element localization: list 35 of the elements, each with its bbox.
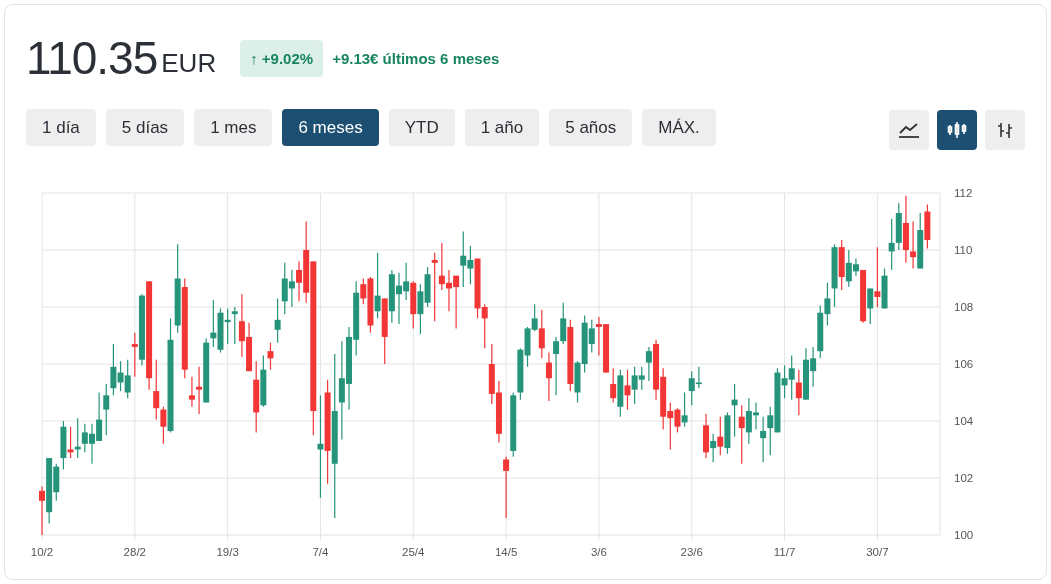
range-button[interactable]: 1 año [464,109,540,146]
axis-label: 110 [954,244,973,256]
chart-type-button[interactable] [937,110,977,150]
ohlc-bars-icon [996,121,1014,139]
line-chart-icon [898,122,920,138]
axis-label: 102 [954,472,974,484]
axis-label: 14/5 [494,546,518,558]
axis-label: 28/2 [123,546,146,558]
range-button[interactable]: 6 meses [282,109,379,146]
change-text: +9.13€ últimos 6 meses [332,49,500,67]
axis-label: 106 [954,358,974,370]
axis-label: 104 [954,415,974,427]
range-button[interactable]: 5 días [105,109,185,146]
axis-label: 10/2 [30,546,54,558]
chart-type-button[interactable] [985,110,1025,150]
range-button[interactable]: MÁX. [642,109,716,146]
range-button[interactable]: YTD [388,109,455,146]
axis-label: 11/7 [773,546,796,558]
axis-label: 3/6 [590,546,607,558]
axis-label: 108 [954,301,974,313]
axis-label: 112 [954,187,973,199]
chart-type-button[interactable] [889,110,929,150]
candlestick-icon [946,121,968,139]
range-button[interactable]: 1 mes [194,109,273,146]
range-button[interactable]: 1 día [26,109,96,146]
price-value: 110.35 [26,35,158,81]
axis-label: 100 [954,529,974,541]
axis-label: 23/6 [680,546,703,558]
axis-label: 30/7 [866,546,889,558]
range-button[interactable]: 5 años [549,109,633,146]
change-badge: ↑ +9.02% [240,39,324,77]
axis-label: 19/3 [216,546,239,558]
axis-label: 25/4 [402,546,425,558]
currency-label: EUR [161,48,217,79]
axis-label: 7/4 [312,546,329,558]
